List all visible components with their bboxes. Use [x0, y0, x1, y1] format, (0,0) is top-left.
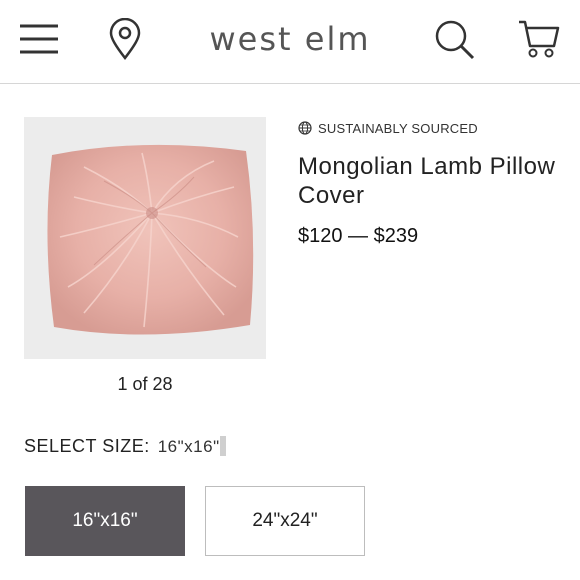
sustainability-label: SUSTAINABLY SOURCED	[318, 120, 478, 136]
select-size-label: SELECT SIZE: 16"x16"	[24, 436, 226, 457]
product-title: Mongolian Lamb Pillow Cover	[298, 153, 556, 209]
text-caret	[219, 436, 226, 456]
size-label-text: SELECT SIZE:	[24, 436, 150, 456]
search-icon[interactable]	[432, 18, 478, 62]
image-counter: 1 of 28	[117, 374, 173, 394]
site-logo[interactable]: west elm	[0, 20, 580, 58]
product-price: $120 — $239	[298, 225, 419, 247]
size-option-16x16[interactable]: 16"x16"	[25, 486, 185, 556]
globe-icon	[298, 121, 312, 135]
cart-icon[interactable]	[516, 16, 562, 62]
selected-size-value: 16"x16"	[157, 437, 220, 456]
sustainability-badge: SUSTAINABLY SOURCED	[298, 119, 478, 137]
product-image[interactable]	[24, 117, 266, 359]
size-option-24x24[interactable]: 24"x24"	[205, 486, 365, 556]
header-bar: west elm	[0, 0, 580, 84]
